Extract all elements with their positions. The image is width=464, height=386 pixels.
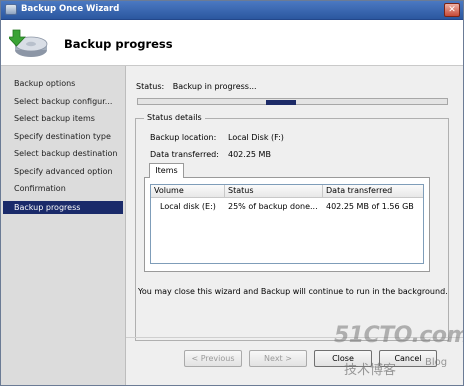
wizard-header: Backup progress [1,20,463,66]
status-value: Backup in progress... [172,82,257,91]
watermark-site: 51CTO.com [334,323,464,348]
items-tab-panel: Volume Status Data transferred Local dis… [144,177,430,272]
close-window-button[interactable]: ✕ [444,3,460,17]
watermark-subtitle: 技术博客 [344,363,397,378]
title-bar[interactable]: Backup Once Wizard ✕ [1,1,463,20]
wizard-window: Backup Once Wizard ✕ Backup progress Bac… [0,0,464,386]
wizard-steps-sidebar: Backup options Select backup configur...… [1,66,126,385]
data-transferred-label: Data transferred: [150,150,219,159]
step-select-backup-items[interactable]: Select backup items [1,112,123,125]
window-title: Backup Once Wizard [21,4,120,14]
step-specify-advanced-option[interactable]: Specify advanced option [1,165,123,178]
cell-volume: Local disk (E:) [160,202,216,211]
step-select-backup-configuration[interactable]: Select backup configur... [1,95,123,108]
background-note: You may close this wizard and Backup wil… [138,287,448,296]
backup-location-label: Backup location: [150,133,217,142]
items-list[interactable]: Volume Status Data transferred Local dis… [150,184,424,264]
previous-button[interactable]: < Previous [184,350,242,367]
data-transferred-value: 402.25 MB [228,150,271,159]
cell-status: 25% of backup done... [228,202,318,211]
watermark-blog: Blog [425,357,448,368]
step-confirmation[interactable]: Confirmation [1,182,123,195]
status-label: Status: [136,82,165,91]
next-button[interactable]: Next > [249,350,307,367]
page-title: Backup progress [64,37,173,51]
cell-data-transferred: 402.25 MB of 1.56 GB [326,202,414,211]
backup-progress-bar [137,98,448,105]
status-line: Status: Backup in progress... [136,82,257,91]
column-data-transferred[interactable]: Data transferred [323,185,423,197]
step-specify-destination-type[interactable]: Specify destination type [1,130,123,143]
step-backup-options[interactable]: Backup options [1,77,123,90]
progress-indicator [266,100,296,105]
step-backup-progress[interactable]: Backup progress [3,201,123,214]
step-select-backup-destination[interactable]: Select backup destination [1,147,123,160]
backup-disk-icon [9,29,48,57]
items-list-header: Volume Status Data transferred [151,185,423,198]
status-details-title: Status details [144,113,205,122]
window-icon [5,4,17,15]
column-status[interactable]: Status [225,185,323,197]
column-volume[interactable]: Volume [151,185,225,197]
backup-location-value: Local Disk (F:) [228,133,284,142]
tab-items[interactable]: Items [149,163,184,178]
